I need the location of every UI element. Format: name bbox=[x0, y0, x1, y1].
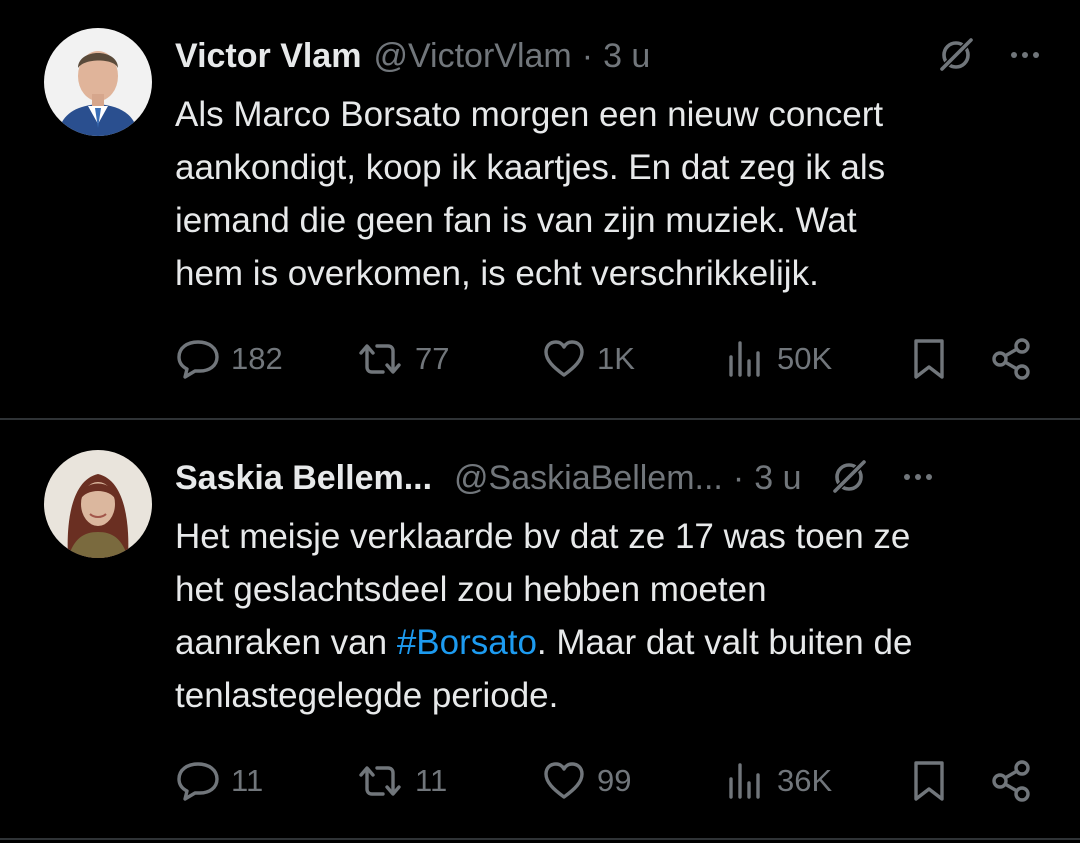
share-icon bbox=[990, 337, 1034, 381]
views-count: 50K bbox=[777, 341, 833, 376]
like-icon bbox=[541, 760, 587, 802]
tweet-header: Saskia Bellem... @SaskiaBellem... · 3 u bbox=[175, 450, 1040, 506]
timestamp[interactable]: 3 u bbox=[754, 459, 801, 498]
share-button[interactable] bbox=[990, 756, 1034, 806]
separator-dot: · bbox=[732, 458, 745, 497]
reply-icon bbox=[175, 338, 221, 380]
tweet[interactable]: Saskia Bellem... @SaskiaBellem... · 3 u bbox=[0, 420, 1080, 838]
header-actions bbox=[829, 456, 933, 501]
reply-count: 11 bbox=[231, 763, 264, 798]
tweet-text-line: Als Marco Borsato morgen een nieuw conce… bbox=[175, 95, 884, 134]
views-icon bbox=[723, 761, 767, 801]
views-button[interactable]: 36K bbox=[723, 756, 832, 806]
views-count: 36K bbox=[777, 763, 833, 798]
bookmark-icon bbox=[909, 337, 949, 381]
like-button[interactable]: 1K bbox=[541, 334, 635, 384]
views-button[interactable]: 50K bbox=[723, 334, 832, 384]
avatar[interactable] bbox=[44, 28, 152, 136]
header-actions bbox=[936, 34, 1040, 79]
more-icon[interactable] bbox=[1010, 47, 1040, 65]
repost-button[interactable]: 77 bbox=[355, 334, 449, 384]
action-bar: 182 77 1K 50K bbox=[175, 334, 1035, 384]
like-icon bbox=[541, 338, 587, 380]
tweet-text-line: het geslachtsdeel zou hebben moeten bbox=[175, 570, 767, 609]
repost-count: 77 bbox=[415, 341, 450, 376]
grok-icon[interactable] bbox=[829, 456, 869, 501]
tweet-divider bbox=[0, 838, 1080, 840]
tweet-text-line: hem is overkomen, is echt verschrikkelij… bbox=[175, 254, 819, 293]
bookmark-button[interactable] bbox=[909, 756, 949, 806]
repost-icon bbox=[355, 761, 405, 801]
tweet-text-line: iemand die geen fan is van zijn muziek. … bbox=[175, 201, 857, 240]
like-button[interactable]: 99 bbox=[541, 756, 631, 806]
repost-button[interactable]: 11 bbox=[355, 756, 447, 806]
hashtag-link[interactable]: #Borsato bbox=[397, 623, 537, 662]
handle[interactable]: @VictorVlam bbox=[373, 37, 571, 76]
tweet-header: Victor Vlam @VictorVlam · 3 u bbox=[175, 28, 1040, 84]
tweet-text-line: aanraken van #Borsato. Maar dat valt bui… bbox=[175, 616, 1045, 669]
display-name[interactable]: Victor Vlam bbox=[175, 37, 361, 76]
share-button[interactable] bbox=[990, 334, 1034, 384]
action-bar: 11 11 99 36K bbox=[175, 756, 1035, 806]
avatar[interactable] bbox=[44, 450, 152, 558]
display-name[interactable]: Saskia Bellem... bbox=[175, 459, 432, 498]
repost-icon bbox=[355, 339, 405, 379]
handle[interactable]: @SaskiaBellem... bbox=[454, 459, 723, 498]
tweet-text-segment: aanraken van bbox=[175, 623, 397, 662]
like-count: 99 bbox=[597, 763, 632, 798]
timestamp[interactable]: 3 u bbox=[603, 37, 650, 76]
repost-count: 11 bbox=[415, 763, 448, 798]
grok-icon[interactable] bbox=[936, 34, 976, 79]
reply-icon bbox=[175, 760, 221, 802]
views-icon bbox=[723, 339, 767, 379]
bookmark-icon bbox=[909, 759, 949, 803]
tweet-text: Als Marco Borsato morgen een nieuw conce… bbox=[175, 88, 1045, 300]
more-icon[interactable] bbox=[903, 469, 933, 487]
share-icon bbox=[990, 759, 1034, 803]
tweet-text-line: Het meisje verklaarde bv dat ze 17 was t… bbox=[175, 517, 911, 556]
tweet-text-line: tenlastegelegde periode. bbox=[175, 676, 559, 715]
reply-button[interactable]: 182 bbox=[175, 334, 283, 384]
like-count: 1K bbox=[597, 341, 635, 376]
reply-button[interactable]: 11 bbox=[175, 756, 263, 806]
tweet-text-segment: . Maar dat valt buiten de bbox=[536, 623, 913, 662]
tweet[interactable]: Victor Vlam @VictorVlam · 3 u Als Marco … bbox=[0, 0, 1080, 418]
tweet-text-line: aankondigt, koop ik kaartjes. En dat zeg… bbox=[175, 148, 886, 187]
bookmark-button[interactable] bbox=[909, 334, 949, 384]
tweet-text: Het meisje verklaarde bv dat ze 17 was t… bbox=[175, 510, 1045, 722]
reply-count: 182 bbox=[231, 341, 283, 376]
separator-dot: · bbox=[581, 36, 594, 75]
